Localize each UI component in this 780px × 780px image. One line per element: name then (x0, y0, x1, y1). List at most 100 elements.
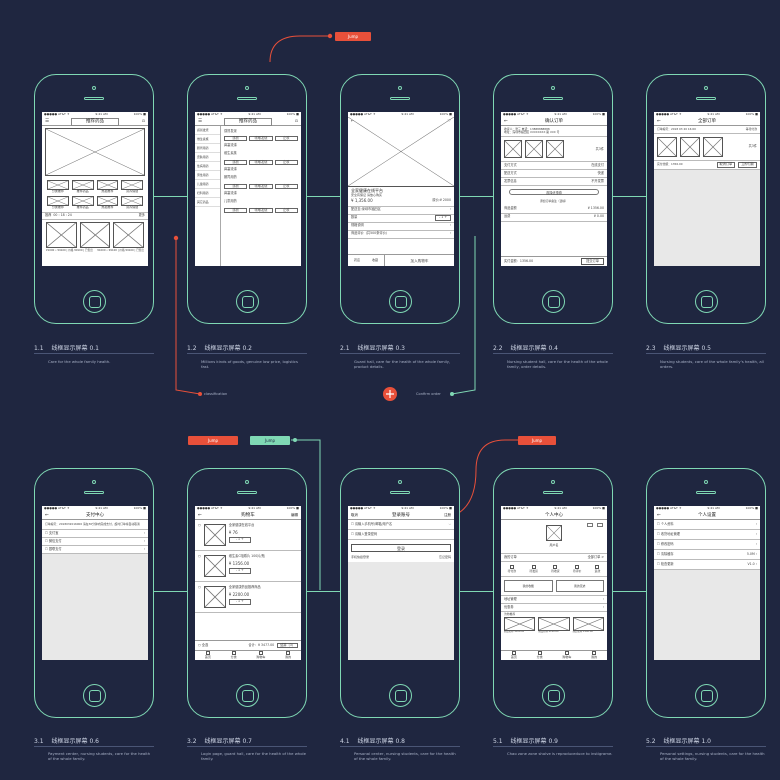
subcategory-button[interactable]: 感冒 (224, 159, 248, 166)
tab-mine[interactable]: 我的 (285, 651, 291, 659)
heart-icon[interactable]: ♡ (447, 118, 451, 124)
order-status-item[interactable]: 待收货 (551, 565, 560, 573)
banner-image[interactable] (45, 128, 145, 176)
recommend-item[interactable]: 商品名称 ¥100.00 (504, 617, 536, 634)
back-icon[interactable]: ← (351, 118, 354, 124)
order-status-item[interactable]: 待发货 (529, 565, 538, 573)
sidebar-category-item[interactable]: 男性用药 (195, 171, 220, 180)
cart-icon[interactable]: ⊡ (295, 117, 298, 126)
coupon-button[interactable]: 选择优惠券 (509, 189, 599, 196)
sidebar-category-item[interactable]: 皮肤用药 (195, 153, 220, 162)
product-image[interactable] (46, 221, 77, 248)
search-bar[interactable]: 推荐药品 (71, 118, 119, 126)
category-icon[interactable] (47, 196, 69, 207)
menu-icon[interactable]: ☰ (198, 117, 202, 126)
category-icon[interactable] (121, 196, 143, 207)
favorites-card[interactable]: 我的收藏 (504, 580, 553, 593)
subcategory-button[interactable]: 感冒 (224, 183, 248, 190)
quick-login-link[interactable]: 手机快捷登录 (351, 555, 369, 559)
settings-row[interactable]: ☐ 检查更新 V1.0 › (654, 560, 760, 570)
avatar[interactable] (546, 525, 562, 541)
subcategory-button[interactable]: 感冒 (224, 135, 248, 142)
payment-option[interactable]: ☐ 银联支付 › (42, 546, 148, 555)
product-image[interactable] (113, 221, 145, 248)
tab-cart[interactable]: 购物车 (562, 651, 571, 659)
settings-row[interactable]: ☐ 清除缓存 5.0M › (654, 550, 760, 560)
username-input[interactable]: ☐ 请输入手机号/邮箱/用户名 ⌵ (348, 520, 454, 530)
add-to-cart-button[interactable]: 加入购物车 (384, 255, 454, 266)
category-icon[interactable] (96, 196, 119, 207)
coupon-row[interactable]: 优惠券 › (501, 604, 607, 613)
subcategory-button[interactable]: 咳嗽发烧 (249, 183, 273, 190)
recommend-item[interactable]: 商品名称 ¥100.00 (538, 617, 570, 634)
category-icon[interactable] (96, 180, 119, 190)
quantity-stepper[interactable]: - 1 + (228, 599, 251, 605)
tab-home[interactable]: 首页 (511, 651, 517, 659)
checkbox[interactable]: ○ (198, 585, 201, 590)
sidebar-category-item[interactable]: 肠胃用药 (195, 144, 220, 153)
register-button[interactable]: 注册 (444, 511, 451, 520)
back-icon[interactable]: ← (198, 511, 202, 520)
subcategory-button[interactable]: 咳嗽发烧 (249, 159, 273, 166)
sidebar-category-item[interactable]: 感冒发烧 (195, 126, 220, 135)
select-all-checkbox[interactable]: ○ 全选 (198, 643, 208, 648)
settings-icon[interactable] (597, 523, 603, 527)
jump-tag[interactable]: Jump (518, 436, 556, 445)
back-icon[interactable]: ← (657, 511, 661, 520)
tab-category[interactable]: 分类 (537, 651, 543, 659)
quantity-stepper[interactable]: - 1 + (435, 215, 451, 221)
sidebar-category-item[interactable]: 其它药品 (195, 198, 220, 207)
back-icon[interactable]: ← (657, 117, 661, 126)
search-bar[interactable]: 推荐药品 (224, 118, 272, 126)
pay-now-button[interactable]: 立即付款 (738, 162, 757, 168)
order-note-input[interactable]: 添加订单备注（选填） (501, 198, 607, 205)
tab-home[interactable]: 首页 (205, 651, 211, 659)
sidebar-category-item[interactable]: 妇科用药 (195, 189, 220, 198)
submit-order-button[interactable]: 提交订单 (581, 257, 604, 266)
quantity-stepper[interactable]: - 1 + (228, 537, 251, 543)
footprint-card[interactable]: 我的足迹 (555, 580, 604, 593)
payment-option[interactable]: ☐ 支付宝 › (42, 530, 148, 539)
tab-cart[interactable]: 购物车 (256, 651, 265, 659)
message-icon[interactable] (587, 523, 593, 527)
category-icon[interactable] (47, 180, 69, 190)
tab-mine[interactable]: 我的 (591, 651, 597, 659)
jump-tag[interactable]: Jump (188, 436, 238, 445)
category-icon[interactable] (71, 196, 94, 207)
subcategory-button[interactable]: 止咳 (274, 159, 298, 166)
favorite-button[interactable]: 收藏 (366, 258, 384, 262)
subcategory-button[interactable]: 止咳 (274, 183, 298, 190)
recommend-item[interactable]: 商品名称 ¥100.00 (572, 617, 604, 634)
forgot-password-link[interactable]: 忘记密码 (439, 555, 451, 559)
quantity-stepper[interactable]: - 1 + (228, 568, 251, 574)
address-row[interactable]: 地址管理 › (501, 596, 607, 605)
sidebar-category-item[interactable]: 性病用药 (195, 162, 220, 171)
category-icon[interactable] (121, 180, 143, 190)
password-input[interactable]: ☐ 请输入登录密码 (348, 530, 454, 540)
cancel-button[interactable]: 取消 (351, 511, 358, 520)
product-image[interactable]: ← ♡ (348, 117, 454, 187)
settings-row[interactable]: ☐ 修改密码 › (654, 540, 760, 550)
jump-tag[interactable]: Jump (335, 32, 371, 41)
subcategory-button[interactable]: 止咳 (274, 207, 298, 214)
edit-button[interactable]: 编辑 (291, 511, 298, 520)
settings-row[interactable]: ☐ 收货地址管理 › (654, 530, 760, 540)
order-status-item[interactable]: 待评价 (573, 565, 581, 573)
cart-icon[interactable]: ⊡ (142, 117, 145, 126)
login-button[interactable]: 登录 (351, 544, 451, 552)
sidebar-category-item[interactable]: 儿童用药 (195, 180, 220, 189)
category-icon[interactable] (71, 180, 94, 190)
subcategory-button[interactable]: 咳嗽发烧 (249, 135, 273, 142)
tab-category[interactable]: 分类 (231, 651, 237, 659)
checkout-button[interactable]: 结算（3） (277, 642, 298, 649)
back-icon[interactable]: ← (45, 511, 49, 520)
back-icon[interactable]: ← (504, 117, 508, 126)
sidebar-category-item[interactable]: 维生素族 (195, 135, 220, 144)
subcategory-button[interactable]: 咳嗽发烧 (249, 207, 273, 214)
checkbox[interactable]: ○ (198, 554, 201, 559)
settings-row[interactable]: ☐ 个人资料 › (654, 520, 760, 530)
order-status-item[interactable]: 待付款 (508, 565, 516, 573)
all-orders-link[interactable]: 全部订单 > (588, 555, 604, 560)
checkbox[interactable]: ○ (198, 523, 201, 528)
subcategory-button[interactable]: 止咳 (274, 135, 298, 142)
